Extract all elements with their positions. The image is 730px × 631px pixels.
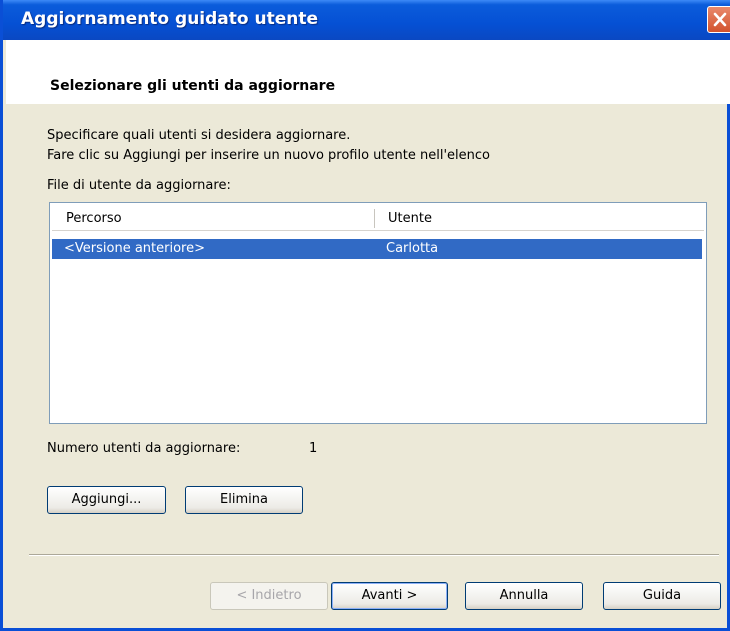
close-icon [713,12,727,27]
user-count-value: 1 [309,441,318,456]
wizard-window: Aggiornamento guidato utente Selezionare… [0,0,730,631]
cancel-button[interactable]: Annulla [465,582,583,610]
window-title: Aggiornamento guidato utente [21,9,319,29]
list-label: File di utente da aggiornare: [47,178,231,193]
cell-user: Carlotta [386,241,439,256]
column-header-path[interactable]: Percorso [66,211,122,226]
column-header-user[interactable]: Utente [388,211,432,226]
back-button[interactable]: < Indietro [210,582,328,610]
help-button[interactable]: Guida [603,582,721,610]
footer-divider [29,554,719,556]
page-heading: Selezionare gli utenti da aggiornare [50,78,336,94]
list-header: Percorso Utente [52,207,704,231]
remove-button[interactable]: Elimina [185,486,303,514]
add-button[interactable]: Aggiungi... [47,486,166,514]
instruction-text-2: Fare clic su Aggiungi per inserire un nu… [47,148,490,163]
cell-path: <Versione anteriore> [64,241,205,256]
list-row-selected[interactable]: <Versione anteriore> Carlotta [52,239,702,259]
close-button[interactable] [707,6,730,33]
title-bar[interactable]: Aggiornamento guidato utente [3,0,730,40]
next-button[interactable]: Avanti > [331,582,448,610]
instruction-text-1: Specificare quali utenti si desidera agg… [47,128,351,143]
header-panel: Selezionare gli utenti da aggiornare [6,40,730,104]
user-file-list[interactable]: Percorso Utente <Versione anteriore> Car… [49,202,707,424]
column-separator[interactable] [374,209,375,228]
user-count-label: Numero utenti da aggiornare: [47,441,241,456]
